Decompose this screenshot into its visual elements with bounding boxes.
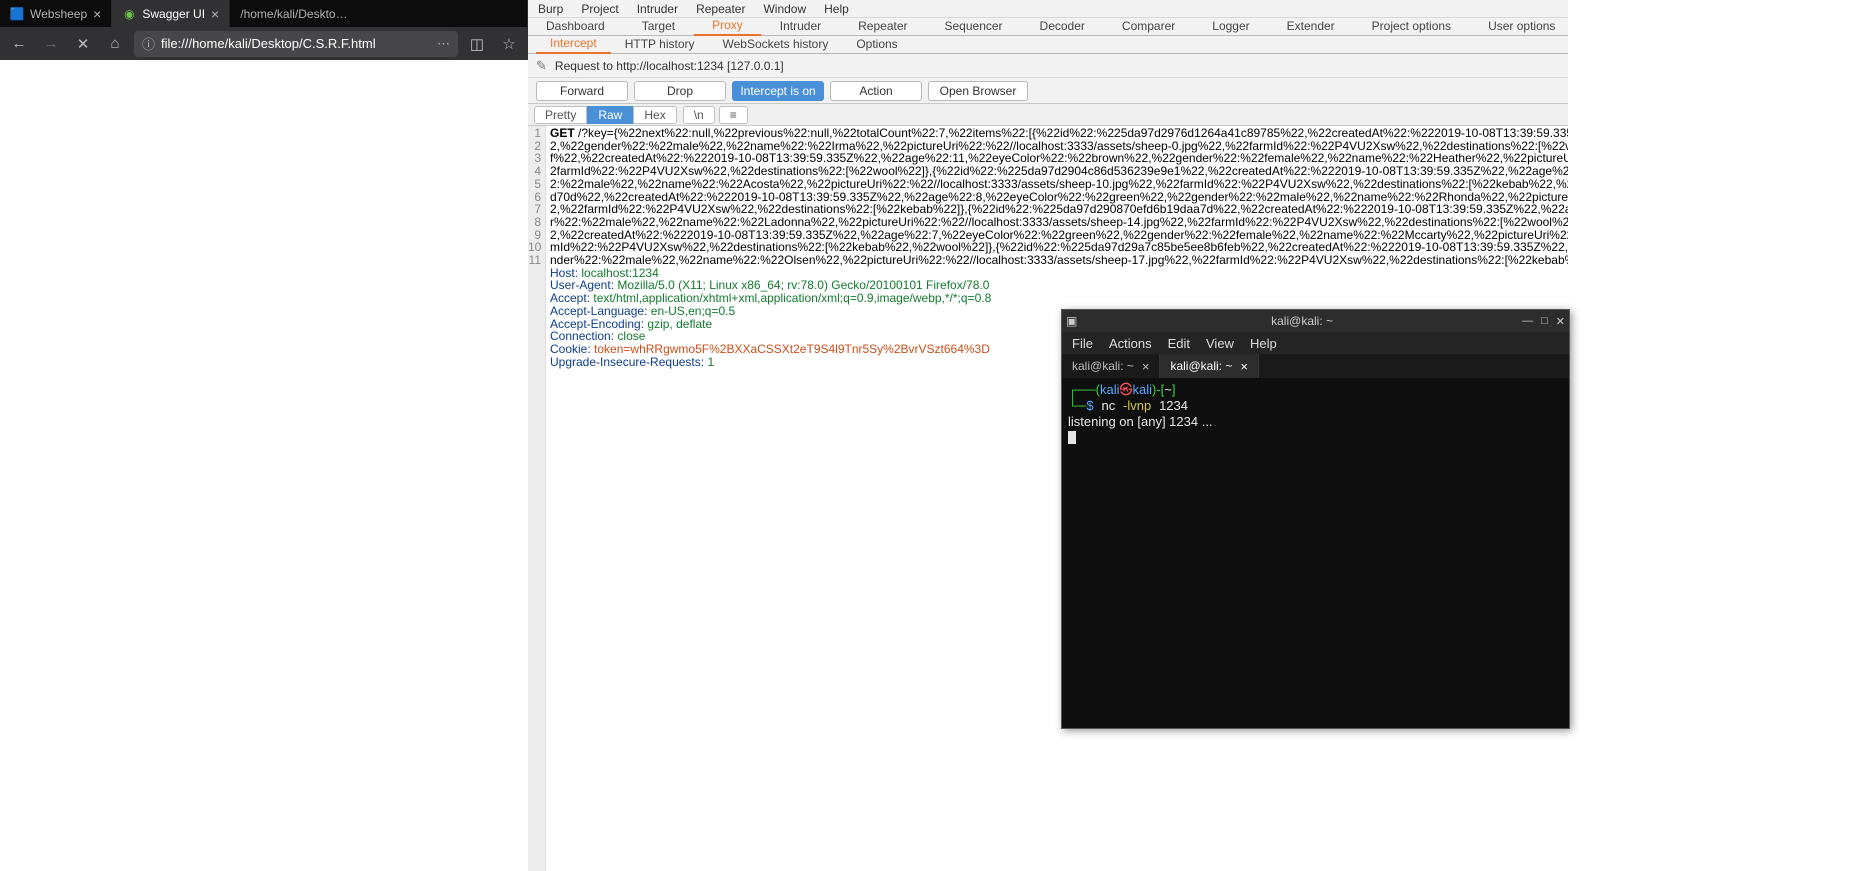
stop-button[interactable]: ✕ xyxy=(70,31,96,57)
terminal-titlebar[interactable]: ▣ kali@kali: ~ — □ ✕ xyxy=(1062,310,1569,332)
terminal-menubar: File Actions Edit View Help xyxy=(1062,332,1569,354)
terminal-title: kali@kali: ~ xyxy=(1082,314,1522,328)
intercept-toggle-button[interactable]: Intercept is on xyxy=(732,81,824,101)
cropped-region xyxy=(1568,0,1870,871)
menu-item[interactable]: Window xyxy=(763,2,806,16)
back-button[interactable]: ← xyxy=(6,31,32,57)
maximize-icon[interactable]: □ xyxy=(1541,315,1548,328)
close-icon[interactable]: × xyxy=(211,6,219,22)
tab-title: Swagger UI xyxy=(142,7,205,21)
url-bar[interactable]: ⓘ file:///home/kali/Desktop/C.S.R.F.html… xyxy=(134,31,458,57)
tab-logger[interactable]: Logger xyxy=(1194,17,1268,35)
firefox-tab-strip: 🟦 Websheep × ◉ Swagger UI × /home/kali/D… xyxy=(0,0,528,27)
tab-extender[interactable]: Extender xyxy=(1269,17,1354,35)
tab-comparer[interactable]: Comparer xyxy=(1104,17,1194,35)
url-text: file:///home/kali/Desktop/C.S.R.F.html xyxy=(161,36,431,51)
tab-title: /home/kali/Desktop/C.S xyxy=(240,7,350,21)
firefox-tab[interactable]: ◉ Swagger UI × xyxy=(112,0,230,27)
format-hex-button[interactable]: Hex xyxy=(633,106,676,124)
subtab-websockets-history[interactable]: WebSockets history xyxy=(709,35,843,53)
edit-icon[interactable]: ✎ xyxy=(536,58,547,74)
terminal-window[interactable]: ▣ kali@kali: ~ — □ ✕ File Actions Edit V… xyxy=(1061,309,1570,729)
close-icon[interactable]: × xyxy=(93,6,101,22)
terminal-tab-strip: kali@kali: ~ × kali@kali: ~ × xyxy=(1062,354,1569,378)
firefox-tab[interactable]: 🟦 Websheep × xyxy=(0,0,112,27)
tab-target[interactable]: Target xyxy=(624,17,694,35)
menu-item[interactable]: File xyxy=(1072,336,1093,351)
more-icon[interactable]: ⋯ xyxy=(437,36,450,52)
subtab-intercept[interactable]: Intercept xyxy=(536,34,611,54)
tab-decoder[interactable]: Decoder xyxy=(1022,17,1104,35)
request-target-text: Request to http://localhost:1234 [127.0.… xyxy=(555,59,784,73)
open-browser-button[interactable]: Open Browser xyxy=(928,81,1028,101)
terminal-body[interactable]: ┌──(kali㉿kali)-[~] └─$ nc -lvnp 1234 lis… xyxy=(1062,378,1569,728)
subtab-http-history[interactable]: HTTP history xyxy=(611,35,709,53)
menu-item[interactable]: Edit xyxy=(1168,336,1190,351)
tab-project-options[interactable]: Project options xyxy=(1354,17,1470,35)
menu-item[interactable]: Help xyxy=(824,2,849,16)
tab-dashboard[interactable]: Dashboard xyxy=(528,17,624,35)
firefox-tab[interactable]: /home/kali/Desktop/C.S xyxy=(230,0,528,27)
favicon-icon: ◉ xyxy=(122,7,136,21)
minimize-icon[interactable]: — xyxy=(1522,315,1533,328)
tab-repeater[interactable]: Repeater xyxy=(840,17,926,35)
terminal-tab-title: kali@kali: ~ xyxy=(1170,359,1232,373)
close-icon[interactable]: ✕ xyxy=(1556,315,1565,328)
tab-intruder[interactable]: Intruder xyxy=(762,17,840,35)
menu-item[interactable]: Intruder xyxy=(637,2,678,16)
firefox-window: 🟦 Websheep × ◉ Swagger UI × /home/kali/D… xyxy=(0,0,528,871)
drop-button[interactable]: Drop xyxy=(634,81,726,101)
tab-proxy[interactable]: Proxy xyxy=(694,16,762,36)
tab-sequencer[interactable]: Sequencer xyxy=(927,17,1022,35)
close-icon[interactable]: × xyxy=(1240,359,1248,374)
menu-item[interactable]: View xyxy=(1206,336,1234,351)
terminal-tab[interactable]: kali@kali: ~ × xyxy=(1160,354,1258,378)
favicon-icon: 🟦 xyxy=(10,7,24,21)
line-gutter: 1 2 3 4 5 6 7 8 9 10 11 xyxy=(528,126,546,871)
forward-button[interactable]: Forward xyxy=(536,81,628,101)
menu-item[interactable]: Actions xyxy=(1109,336,1152,351)
menu-item[interactable]: Burp xyxy=(538,2,563,16)
subtab-options[interactable]: Options xyxy=(842,35,911,53)
library-icon[interactable]: ◫ xyxy=(464,31,490,57)
home-button[interactable]: ⌂ xyxy=(102,31,128,57)
terminal-tab-title: kali@kali: ~ xyxy=(1072,359,1134,373)
info-icon[interactable]: ⓘ xyxy=(142,34,155,53)
wrap-toggle[interactable]: ≡ xyxy=(719,106,748,124)
terminal-app-icon: ▣ xyxy=(1066,314,1082,328)
firefox-navbar: ← → ✕ ⌂ ⓘ file:///home/kali/Desktop/C.S.… xyxy=(0,27,528,60)
page-content xyxy=(0,60,528,871)
tab-user-options[interactable]: User options xyxy=(1470,17,1574,35)
action-button[interactable]: Action xyxy=(830,81,922,101)
terminal-tab[interactable]: kali@kali: ~ × xyxy=(1062,354,1160,378)
tab-title: Websheep xyxy=(30,7,87,21)
format-raw-button[interactable]: Raw xyxy=(587,106,633,124)
menu-item[interactable]: Project xyxy=(581,2,618,16)
menu-item[interactable]: Repeater xyxy=(696,2,745,16)
forward-button[interactable]: → xyxy=(38,31,64,57)
menu-item[interactable]: Help xyxy=(1250,336,1277,351)
newline-toggle[interactable]: \n xyxy=(683,106,715,124)
format-pretty-button[interactable]: Pretty xyxy=(534,106,587,124)
bookmark-icon[interactable]: ☆ xyxy=(496,31,522,57)
close-icon[interactable]: × xyxy=(1142,359,1150,374)
